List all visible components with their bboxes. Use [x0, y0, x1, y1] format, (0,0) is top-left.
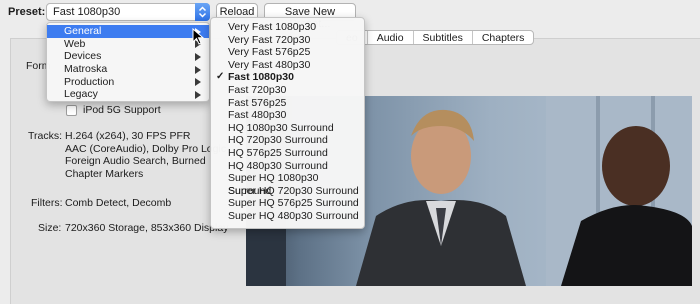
filters-value: Comb Detect, Decomb	[65, 197, 172, 209]
preset-item[interactable]: Very Fast 720p30	[211, 34, 364, 47]
preset-item[interactable]: Very Fast 480p30	[211, 59, 364, 72]
submenu-arrow-icon	[195, 52, 201, 61]
preset-item-selected[interactable]: ✓ Fast 1080p30	[211, 71, 364, 84]
tab-bar: eo Audio Subtitles Chapters	[336, 30, 535, 45]
ipod-support-label: iPod 5G Support	[83, 104, 161, 116]
mouse-cursor-icon	[192, 27, 205, 49]
size-value: 720x360 Storage, 853x360 Display	[65, 222, 229, 234]
preset-item[interactable]: HQ 720p30 Surround	[211, 134, 364, 147]
preset-item[interactable]: Very Fast 1080p30	[211, 21, 364, 34]
preset-item[interactable]: HQ 576p25 Surround	[211, 147, 364, 160]
tab-chapters[interactable]: Chapters	[471, 31, 534, 44]
preset-item[interactable]: Super HQ 720p30 Surround	[211, 185, 364, 198]
preset-item[interactable]: Fast 576p25	[211, 97, 364, 110]
filters-label: Filters:	[31, 197, 63, 209]
preset-item[interactable]: Very Fast 576p25	[211, 46, 364, 59]
menu-item-general[interactable]: General	[47, 25, 209, 38]
preset-category-menu: General Web Devices Matroska Production …	[46, 22, 210, 102]
preset-label: Preset:	[8, 6, 46, 18]
submenu-arrow-icon	[195, 78, 201, 87]
menu-item-matroska[interactable]: Matroska	[47, 63, 209, 76]
select-arrows-icon[interactable]	[195, 3, 210, 21]
preset-item[interactable]: HQ 1080p30 Surround	[211, 122, 364, 135]
size-label: Size:	[38, 222, 62, 234]
preset-item[interactable]: HQ 480p30 Surround	[211, 160, 364, 173]
menu-item-legacy[interactable]: Legacy	[47, 88, 209, 101]
ipod-support-option[interactable]: iPod 5G Support	[66, 104, 161, 116]
general-presets-submenu: Very Fast 1080p30 Very Fast 720p30 Very …	[210, 17, 365, 229]
tracks-label: Tracks:	[28, 130, 63, 142]
menu-item-web[interactable]: Web	[47, 38, 209, 51]
preset-select-value: Fast 1080p30	[53, 6, 121, 18]
preset-item[interactable]: Fast 480p30	[211, 109, 364, 122]
ipod-support-checkbox[interactable]	[66, 104, 77, 116]
tab-audio[interactable]: Audio	[366, 31, 413, 44]
tab-subtitles[interactable]: Subtitles	[412, 31, 472, 44]
menu-item-devices[interactable]: Devices	[47, 50, 209, 63]
preset-item[interactable]: Fast 720p30	[211, 84, 364, 97]
preset-item[interactable]: Super HQ 576p25 Surround	[211, 197, 364, 210]
menu-item-production[interactable]: Production	[47, 76, 209, 89]
checkmark-icon: ✓	[216, 71, 225, 83]
preset-select[interactable]: Fast 1080p30	[46, 3, 210, 21]
preset-item[interactable]: Super HQ 1080p30 Surround	[211, 172, 364, 197]
submenu-arrow-icon	[195, 90, 201, 99]
submenu-arrow-icon	[195, 65, 201, 74]
preset-item[interactable]: Super HQ 480p30 Surround	[211, 210, 364, 223]
